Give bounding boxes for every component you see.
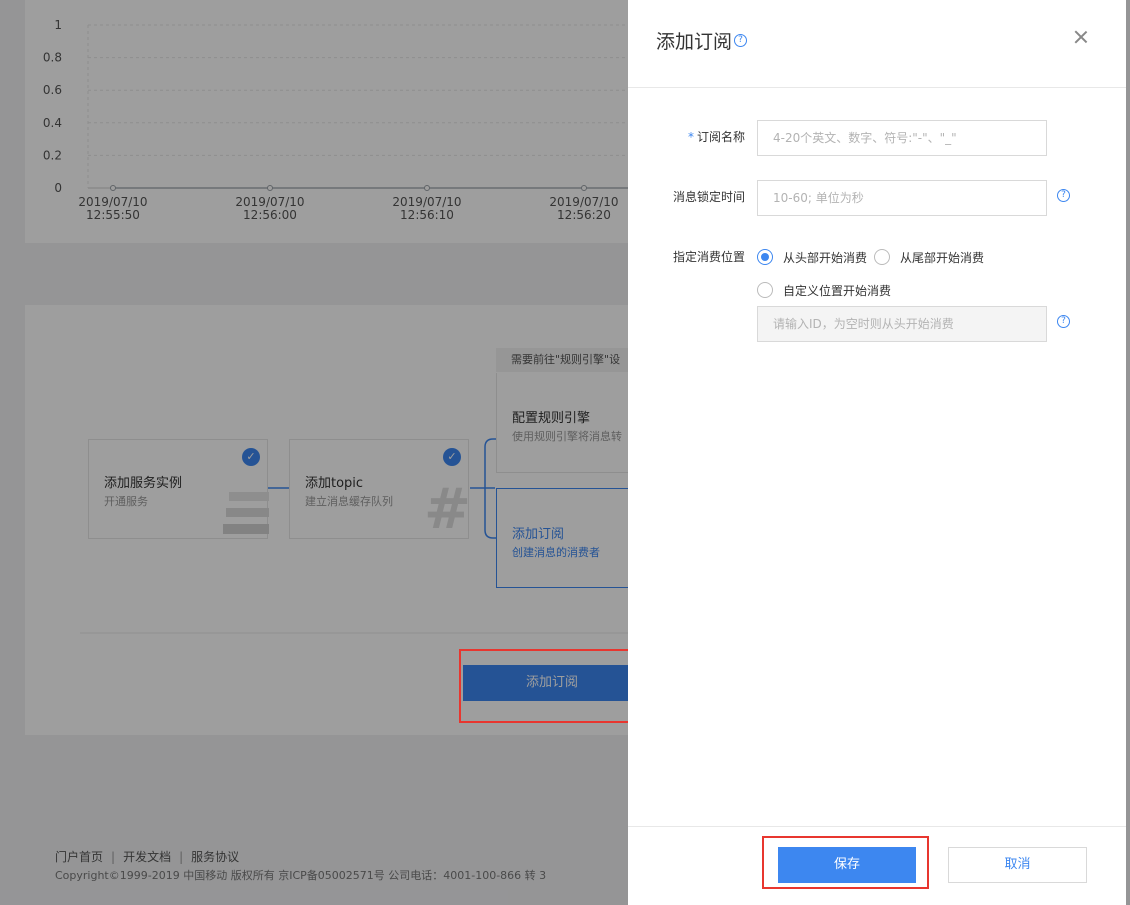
custom-id-input[interactable]	[757, 306, 1047, 342]
help-icon[interactable]: ?	[1057, 315, 1070, 328]
radio-custom-position[interactable]	[757, 282, 773, 298]
lock-time-label: 消息锁定时间	[672, 190, 745, 204]
highlight-box-save	[762, 836, 929, 889]
consume-position-label: 指定消费位置	[672, 250, 745, 264]
close-icon[interactable]	[1072, 28, 1090, 46]
radio-label-from-tail[interactable]: 从尾部开始消费	[900, 249, 984, 266]
drawer-title: 添加订阅	[656, 31, 733, 53]
subscription-name-label: * 订阅名称	[687, 130, 745, 144]
radio-label-custom-position[interactable]: 自定义位置开始消费	[783, 282, 891, 299]
subscription-name-input[interactable]	[757, 120, 1047, 156]
help-icon[interactable]: ?	[1057, 189, 1070, 202]
help-icon[interactable]: ?	[734, 34, 747, 47]
add-subscription-drawer: 添加订阅 ? *订阅名称 消息锁定时间 ? 指定消费位置 从头部开始消费 从尾部…	[628, 0, 1126, 905]
highlight-box-add-subscription	[459, 649, 633, 723]
required-mark: *	[687, 130, 694, 144]
radio-label-from-head[interactable]: 从头部开始消费	[783, 249, 867, 266]
radio-from-tail[interactable]	[874, 249, 890, 265]
lock-time-input[interactable]	[757, 180, 1047, 216]
drawer-header: 添加订阅 ?	[628, 0, 1126, 88]
cancel-button[interactable]: 取消	[948, 847, 1087, 883]
radio-from-head[interactable]	[757, 249, 773, 265]
